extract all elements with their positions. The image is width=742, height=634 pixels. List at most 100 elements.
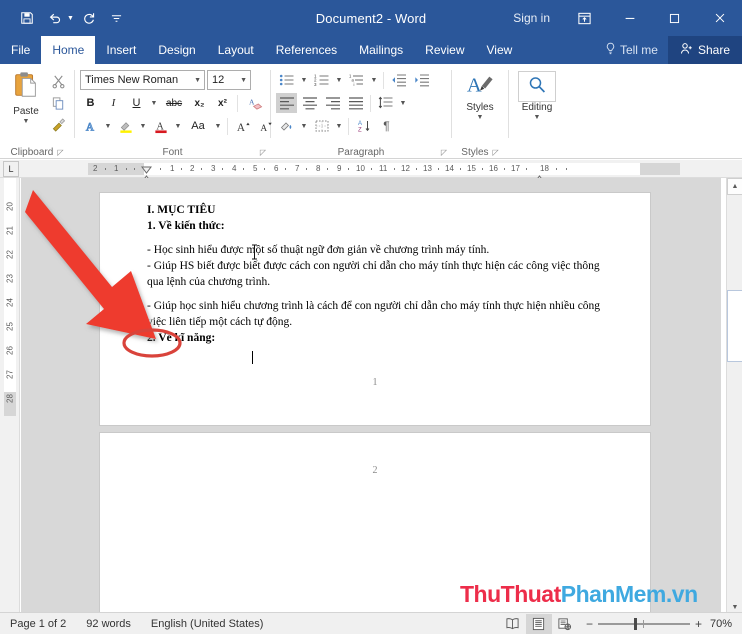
decrease-indent-icon[interactable] [388, 70, 409, 90]
justify-icon[interactable] [345, 93, 366, 113]
editing-button[interactable]: Editing ▼ [514, 67, 560, 121]
styles-dialog-launcher-icon[interactable]: ◸ [493, 148, 499, 157]
sort-icon[interactable]: AZ [353, 116, 374, 136]
tab-references[interactable]: References [265, 36, 348, 64]
share-button[interactable]: Share [667, 36, 742, 64]
line-spacing-icon[interactable] [375, 93, 396, 113]
web-layout-icon[interactable] [552, 614, 578, 634]
print-layout-icon[interactable] [525, 613, 552, 634]
line-spacing-chevron-down-icon[interactable]: ▼ [398, 93, 408, 113]
paragraph-separator-2 [370, 94, 371, 112]
document-page-1[interactable]: I. MỤC TIÊU 1. Về kiến thức: - Học sinh … [99, 192, 651, 426]
multilevel-chevron-down-icon[interactable]: ▼ [369, 70, 379, 90]
vertical-ruler[interactable]: 20 21 22 23 24 25 26 27 28 [0, 178, 20, 616]
zoom-slider[interactable] [597, 617, 690, 631]
cut-icon[interactable] [47, 71, 69, 91]
copy-icon[interactable] [47, 93, 69, 113]
styles-group-label: Styles ◸ [452, 147, 508, 158]
zoom-level-label[interactable]: 70% [710, 618, 742, 630]
clear-formatting-icon[interactable]: A [242, 93, 268, 113]
text-effects-chevron-down-icon[interactable]: ▼ [103, 116, 113, 136]
styles-button[interactable]: A Styles ▼ [457, 67, 503, 121]
font-color-chevron-down-icon[interactable]: ▼ [173, 116, 183, 136]
page-1-body-text[interactable]: I. MỤC TIÊU 1. Về kiến thức: - Học sinh … [147, 202, 617, 347]
font-name-input[interactable]: Times New Roman ▼ [80, 70, 205, 90]
font-name-chevron-down-icon[interactable]: ▼ [194, 77, 201, 84]
paste-label: Paste [13, 106, 39, 117]
font-row-2: B I U ▼ abc x₂ x² A [80, 93, 276, 113]
highlight-color-icon[interactable] [115, 116, 136, 136]
tab-file[interactable]: File [0, 36, 41, 64]
tab-design[interactable]: Design [147, 36, 206, 64]
tell-me-button[interactable]: Tell me [595, 36, 668, 64]
status-bar-right: − + 70% [500, 613, 742, 634]
clipboard-group-label: Clipboard ◸ [0, 147, 74, 158]
tab-home[interactable]: Home [41, 36, 96, 64]
doc-paragraph-2: 1. Về kiến thức: [147, 220, 225, 233]
zoom-in-button[interactable]: + [695, 617, 702, 631]
font-color-icon[interactable]: A [150, 116, 171, 136]
paste-dropdown-icon[interactable]: ▼ [23, 118, 30, 125]
tab-insert[interactable]: Insert [95, 36, 147, 64]
multilevel-list-icon[interactable]: 1ai [346, 70, 367, 90]
clipboard-dialog-launcher-icon[interactable]: ◸ [57, 148, 63, 157]
close-icon[interactable] [697, 0, 742, 36]
sign-in-button[interactable]: Sign in [501, 11, 562, 25]
italic-button[interactable]: I [103, 93, 124, 113]
change-case-button[interactable]: Aa [185, 116, 211, 136]
paste-button[interactable]: Paste ▼ [5, 67, 47, 125]
paragraph-dialog-launcher-icon[interactable]: ◸ [441, 148, 447, 157]
svg-text:A: A [260, 124, 267, 134]
format-painter-icon[interactable] [47, 115, 69, 135]
vruler-num-25: 25 [5, 322, 15, 331]
document-canvas[interactable]: I. MỤC TIÊU 1. Về kiến thức: - Học sinh … [21, 178, 721, 616]
shading-chevron-down-icon[interactable]: ▼ [299, 116, 309, 136]
editing-dropdown-icon[interactable]: ▼ [534, 114, 541, 121]
align-left-icon[interactable] [276, 93, 297, 113]
align-center-icon[interactable] [299, 93, 320, 113]
horizontal-ruler[interactable]: 2 1 1 2 3 4 5 6 7 8 9 10 11 12 13 14 15 [0, 160, 742, 183]
zoom-slider-thumb[interactable] [633, 617, 637, 630]
read-mode-icon[interactable] [500, 614, 526, 634]
align-right-icon[interactable] [322, 93, 343, 113]
change-case-chevron-down-icon[interactable]: ▼ [213, 116, 223, 136]
text-effects-icon[interactable]: A [80, 116, 101, 136]
grow-font-icon[interactable]: A [232, 116, 253, 136]
increase-indent-icon[interactable] [411, 70, 432, 90]
tab-review[interactable]: Review [414, 36, 475, 64]
vertical-scrollbar[interactable]: ▲ ▼ [726, 178, 742, 616]
maximize-icon[interactable] [652, 0, 697, 36]
superscript-button[interactable]: x² [212, 93, 233, 113]
scroll-up-icon[interactable]: ▲ [727, 178, 742, 195]
word-count[interactable]: 92 words [76, 618, 141, 630]
numbering-chevron-down-icon[interactable]: ▼ [334, 70, 344, 90]
tab-mailings[interactable]: Mailings [348, 36, 414, 64]
underline-button[interactable]: U [126, 93, 147, 113]
subscript-button[interactable]: x₂ [189, 93, 210, 113]
scrollbar-thumb[interactable] [727, 290, 742, 362]
font-size-input[interactable]: 12 ▼ [207, 70, 251, 90]
zoom-out-button[interactable]: − [586, 617, 593, 631]
strikethrough-button[interactable]: abc [161, 93, 187, 113]
borders-chevron-down-icon[interactable]: ▼ [334, 116, 344, 136]
minimize-icon[interactable] [607, 0, 652, 36]
font-size-chevron-down-icon[interactable]: ▼ [240, 77, 247, 84]
shading-icon[interactable] [276, 116, 297, 136]
tab-stop-selector[interactable]: L [3, 161, 19, 177]
underline-chevron-down-icon[interactable]: ▼ [149, 93, 159, 113]
ribbon-display-options-icon[interactable] [562, 0, 607, 36]
highlight-chevron-down-icon[interactable]: ▼ [138, 116, 148, 136]
borders-icon[interactable] [311, 116, 332, 136]
bold-button[interactable]: B [80, 93, 101, 113]
bullets-chevron-down-icon[interactable]: ▼ [299, 70, 309, 90]
page-indicator[interactable]: Page 1 of 2 [0, 618, 76, 630]
tab-layout[interactable]: Layout [207, 36, 265, 64]
show-formatting-marks-button[interactable]: ¶ [376, 116, 397, 136]
bullets-icon[interactable] [276, 70, 297, 90]
language-indicator[interactable]: English (United States) [141, 618, 274, 630]
doc-paragraph-5: - Giúp học sinh hiểu chương trình là các… [147, 299, 601, 328]
numbering-icon[interactable]: 123 [311, 70, 332, 90]
font-dialog-launcher-icon[interactable]: ◸ [260, 148, 266, 157]
styles-dropdown-icon[interactable]: ▼ [477, 114, 484, 121]
tab-view[interactable]: View [476, 36, 524, 64]
